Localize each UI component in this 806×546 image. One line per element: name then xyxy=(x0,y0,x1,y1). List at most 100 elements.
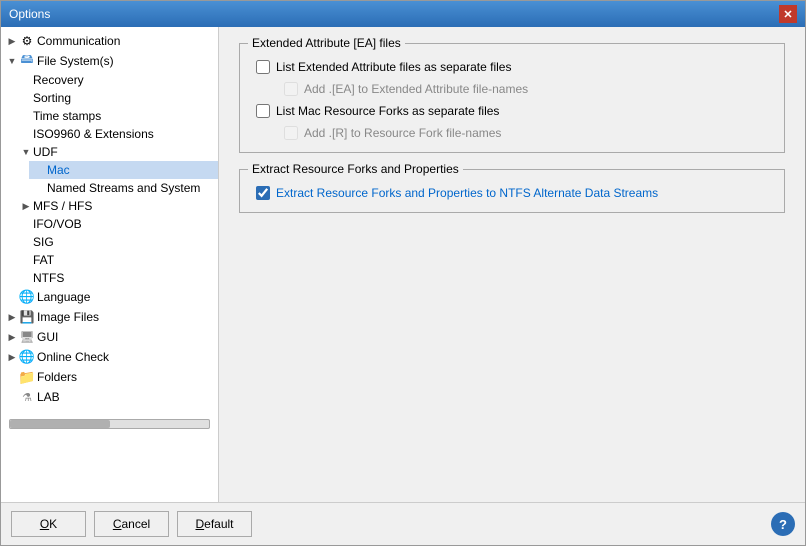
add-ea-option-row: Add .[EA] to Extended Attribute file-nam… xyxy=(284,82,768,96)
cancel-label: Cancel xyxy=(113,517,150,531)
default-label: Default xyxy=(195,517,233,531)
sidebar-item-ifovob[interactable]: IFO/VOB xyxy=(15,215,218,233)
window-title: Options xyxy=(9,7,50,21)
sidebar-item-ntfs[interactable]: NTFS xyxy=(15,269,218,287)
ea-section-title: Extended Attribute [EA] files xyxy=(248,36,405,50)
image-files-icon: 💾 xyxy=(19,309,35,325)
spacer xyxy=(19,73,33,87)
expand-icon: ▶ xyxy=(5,34,19,48)
expand-icon: ▶ xyxy=(5,350,19,364)
sidebar-item-folders[interactable]: 📁 Folders xyxy=(1,367,218,387)
sidebar-item-label: IFO/VOB xyxy=(33,217,82,231)
add-ea-label: Add .[EA] to Extended Attribute file-nam… xyxy=(304,82,528,96)
main-content: Extended Attribute [EA] files List Exten… xyxy=(219,27,805,502)
sidebar-item-label: FAT xyxy=(33,253,54,267)
sidebar-item-filesystem[interactable]: ▼ 🖴 File System(s) xyxy=(1,51,218,71)
sidebar-item-label: Named Streams and System xyxy=(47,181,200,195)
gui-icon: 🖥 xyxy=(19,329,35,345)
sidebar-item-label: Time stamps xyxy=(33,109,101,123)
help-button[interactable]: ? xyxy=(771,512,795,536)
expand-icon: ▼ xyxy=(19,145,33,159)
list-mac-label: List Mac Resource Forks as separate file… xyxy=(276,104,499,118)
sidebar-item-label: Recovery xyxy=(33,73,84,87)
spacer xyxy=(19,271,33,285)
ok-label: OK xyxy=(40,517,57,531)
title-bar: Options ✕ xyxy=(1,1,805,27)
extract-ntfs-checkbox[interactable] xyxy=(256,186,270,200)
list-mac-checkbox[interactable] xyxy=(256,104,270,118)
expand-icon: ▶ xyxy=(5,310,19,324)
sidebar: ▶ ⚙ Communication ▼ 🖴 File System(s) Rec… xyxy=(1,27,219,502)
add-ea-checkbox[interactable] xyxy=(284,82,298,96)
sidebar-item-lab[interactable]: ⚗ LAB xyxy=(1,387,218,407)
sidebar-item-label: ISO9960 & Extensions xyxy=(33,127,154,141)
sidebar-item-label: File System(s) xyxy=(37,54,114,68)
sidebar-item-label: NTFS xyxy=(33,271,64,285)
spacer xyxy=(5,370,19,384)
sidebar-item-label: Online Check xyxy=(37,350,109,364)
footer: OK Cancel Default ? xyxy=(1,502,805,545)
sidebar-item-label: Communication xyxy=(37,34,120,48)
sidebar-item-image-files[interactable]: ▶ 💾 Image Files xyxy=(1,307,218,327)
sidebar-item-label: Mac xyxy=(47,163,70,177)
default-button[interactable]: Default xyxy=(177,511,252,537)
sidebar-item-mac[interactable]: Mac xyxy=(29,161,218,179)
list-ea-label: List Extended Attribute files as separat… xyxy=(276,60,511,74)
sidebar-item-communication[interactable]: ▶ ⚙ Communication xyxy=(1,31,218,51)
ok-button[interactable]: OK xyxy=(11,511,86,537)
fs-icon: 🖴 xyxy=(19,53,35,69)
sidebar-item-label: Folders xyxy=(37,370,77,384)
sidebar-item-named-streams[interactable]: Named Streams and System xyxy=(29,179,218,197)
help-label: ? xyxy=(779,517,787,532)
spacer xyxy=(19,253,33,267)
lab-icon: ⚗ xyxy=(19,389,35,405)
extract-ntfs-option-row: Extract Resource Forks and Properties to… xyxy=(256,186,768,200)
expand-icon: ▶ xyxy=(19,199,33,213)
sidebar-item-gui[interactable]: ▶ 🖥 GUI xyxy=(1,327,218,347)
sidebar-item-fat[interactable]: FAT xyxy=(15,251,218,269)
options-window: Options ✕ ▶ ⚙ Communication ▼ 🖴 File Sys… xyxy=(0,0,806,546)
spacer xyxy=(5,390,19,404)
cancel-button[interactable]: Cancel xyxy=(94,511,169,537)
window-body: ▶ ⚙ Communication ▼ 🖴 File System(s) Rec… xyxy=(1,27,805,502)
sidebar-item-udf[interactable]: ▼ UDF xyxy=(15,143,218,161)
sidebar-item-sorting[interactable]: Sorting xyxy=(15,89,218,107)
gear-icon: ⚙ xyxy=(19,33,35,49)
close-button[interactable]: ✕ xyxy=(779,5,797,23)
sidebar-scrollbar-area xyxy=(1,415,218,433)
add-r-checkbox[interactable] xyxy=(284,126,298,140)
language-icon: 🌐 xyxy=(19,289,35,305)
spacer xyxy=(19,109,33,123)
ea-section: Extended Attribute [EA] files List Exten… xyxy=(239,43,785,153)
list-ea-option-row: List Extended Attribute files as separat… xyxy=(256,60,768,74)
list-mac-option-row: List Mac Resource Forks as separate file… xyxy=(256,104,768,118)
expand-icon: ▶ xyxy=(5,330,19,344)
sidebar-item-label: Image Files xyxy=(37,310,99,324)
sidebar-item-recovery[interactable]: Recovery xyxy=(15,71,218,89)
extract-ntfs-label: Extract Resource Forks and Properties to… xyxy=(276,186,658,200)
spacer xyxy=(19,235,33,249)
spacer xyxy=(33,181,47,195)
add-r-option-row: Add .[R] to Resource Fork file-names xyxy=(284,126,768,140)
sidebar-item-label: GUI xyxy=(37,330,58,344)
sidebar-scrollbar[interactable] xyxy=(9,419,210,429)
spacer xyxy=(19,217,33,231)
folder-icon: 📁 xyxy=(19,369,35,385)
list-ea-checkbox[interactable] xyxy=(256,60,270,74)
sidebar-scrollbar-thumb xyxy=(10,420,110,428)
sidebar-item-online-check[interactable]: ▶ 🌐 Online Check xyxy=(1,347,218,367)
sidebar-item-label: MFS / HFS xyxy=(33,199,92,213)
sidebar-item-sig[interactable]: SIG xyxy=(15,233,218,251)
add-r-label: Add .[R] to Resource Fork file-names xyxy=(304,126,501,140)
extract-section-title: Extract Resource Forks and Properties xyxy=(248,162,463,176)
spacer xyxy=(5,290,19,304)
online-check-icon: 🌐 xyxy=(19,349,35,365)
sidebar-item-iso9960[interactable]: ISO9960 & Extensions xyxy=(15,125,218,143)
sidebar-item-timestamps[interactable]: Time stamps xyxy=(15,107,218,125)
sidebar-item-label: UDF xyxy=(33,145,58,159)
spacer xyxy=(33,163,47,177)
sidebar-item-label: SIG xyxy=(33,235,54,249)
sidebar-item-language[interactable]: 🌐 Language xyxy=(1,287,218,307)
extract-section: Extract Resource Forks and Properties Ex… xyxy=(239,169,785,213)
sidebar-item-mfshfs[interactable]: ▶ MFS / HFS xyxy=(15,197,218,215)
